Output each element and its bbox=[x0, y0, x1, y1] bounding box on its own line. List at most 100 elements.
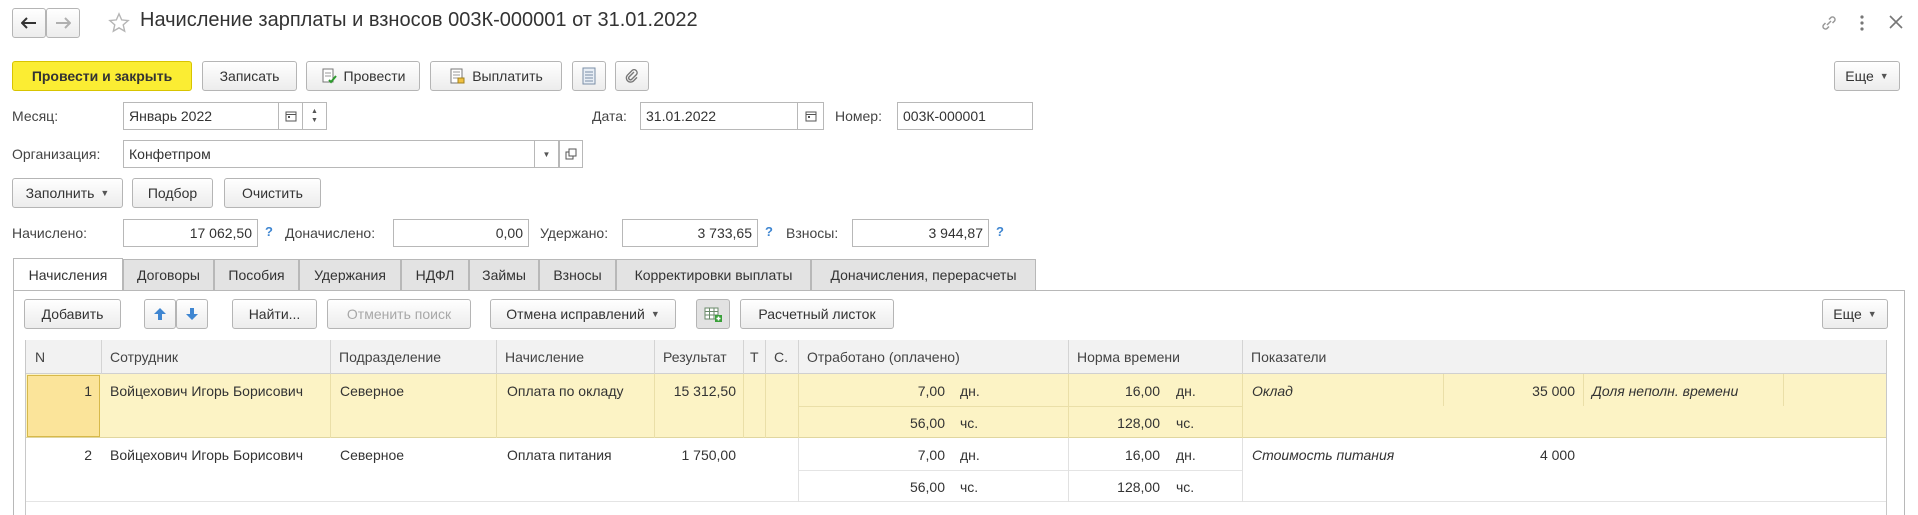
close-icon[interactable] bbox=[1888, 14, 1904, 30]
grid-more-button-label: Еще bbox=[1833, 306, 1862, 322]
select-button[interactable]: Подбор bbox=[132, 178, 213, 208]
post-button[interactable]: Провести bbox=[306, 61, 420, 91]
row-divider bbox=[1583, 374, 1584, 406]
column-header-employee[interactable]: Сотрудник bbox=[101, 340, 330, 374]
column-divider bbox=[654, 340, 655, 374]
stepper-down-icon: ▼ bbox=[311, 117, 318, 124]
contributions-help-icon[interactable]: ? bbox=[996, 224, 1004, 239]
arrow-right-icon bbox=[56, 17, 71, 29]
month-calendar-button[interactable] bbox=[279, 102, 303, 130]
row-norm-days-unit: дн. bbox=[1176, 383, 1196, 399]
find-button[interactable]: Найти... bbox=[232, 299, 317, 329]
row-divider bbox=[1242, 374, 1243, 438]
cancel-fix-button[interactable]: Отмена исправлений ▼ bbox=[490, 299, 676, 329]
pay-button[interactable]: Выплатить bbox=[430, 61, 562, 91]
row-divider bbox=[798, 374, 799, 438]
extra-accrued-field[interactable]: 0,00 bbox=[393, 219, 529, 247]
fill-button[interactable]: Заполнить ▼ bbox=[12, 178, 123, 208]
tab-payment-adjustments[interactable]: Корректировки выплаты bbox=[616, 259, 811, 290]
accrued-label: Начислено: bbox=[12, 225, 88, 241]
row-worked-hours: 56,00 bbox=[909, 415, 945, 431]
month-label: Месяц: bbox=[12, 108, 59, 124]
page-title: Начисление зарплаты и взносов 003К-00000… bbox=[140, 9, 698, 31]
table-add-icon bbox=[704, 307, 722, 322]
withheld-field[interactable]: 3 733,65 bbox=[622, 219, 758, 247]
row-worked-days: 7,00 bbox=[917, 383, 945, 399]
move-down-button[interactable] bbox=[176, 299, 208, 329]
clear-button[interactable]: Очистить bbox=[224, 178, 321, 208]
date-label: Дата: bbox=[592, 108, 627, 124]
column-header-t[interactable]: Т bbox=[743, 340, 765, 374]
attachments-button[interactable] bbox=[615, 61, 649, 91]
column-divider bbox=[101, 340, 102, 374]
row-worked-hours-unit: чс. bbox=[960, 415, 979, 431]
row-divider bbox=[1068, 374, 1069, 438]
tab-accruals[interactable]: Начисления bbox=[13, 258, 123, 291]
row-result: 15 312,50 bbox=[673, 383, 736, 399]
contributions-field[interactable]: 3 944,87 bbox=[852, 219, 989, 247]
row-employee: Войцехович Игорь Борисович bbox=[110, 383, 304, 399]
row-divider bbox=[330, 374, 331, 438]
save-button[interactable]: Записать bbox=[202, 61, 297, 91]
tab-contracts[interactable]: Договоры bbox=[123, 259, 214, 290]
tab-loans[interactable]: Займы bbox=[469, 259, 539, 290]
move-up-button[interactable] bbox=[144, 299, 176, 329]
forward-button[interactable] bbox=[46, 8, 80, 38]
row-department: Северное bbox=[340, 447, 405, 463]
payslip-button[interactable]: Расчетный листок bbox=[740, 299, 894, 329]
payment-document-icon bbox=[449, 68, 465, 84]
withheld-help-icon[interactable]: ? bbox=[765, 224, 773, 239]
tab-contributions[interactable]: Взносы bbox=[539, 259, 616, 290]
more-button-label: Еще bbox=[1845, 68, 1874, 84]
grid-more-button[interactable]: Еще ▼ bbox=[1822, 299, 1888, 329]
column-divider bbox=[765, 340, 766, 374]
back-button[interactable] bbox=[12, 8, 46, 38]
row-norm-hours: 128,00 bbox=[1117, 415, 1160, 431]
contributions-label: Взносы: bbox=[786, 225, 839, 241]
number-field[interactable]: 003К-000001 bbox=[897, 102, 1033, 130]
more-button[interactable]: Еще ▼ bbox=[1834, 61, 1900, 91]
date-field[interactable]: 31.01.2022 bbox=[640, 102, 798, 130]
column-header-norm[interactable]: Норма времени bbox=[1068, 340, 1242, 374]
column-header-n[interactable]: N bbox=[26, 340, 101, 374]
column-divider bbox=[496, 340, 497, 374]
post-and-close-button[interactable]: Провести и закрыть bbox=[12, 61, 192, 91]
tab-ndfl[interactable]: НДФЛ bbox=[401, 259, 469, 290]
column-header-s[interactable]: С. bbox=[765, 340, 798, 374]
cancel-search-button[interactable]: Отменить поиск bbox=[327, 299, 471, 329]
row-divider bbox=[496, 374, 497, 438]
row-divider bbox=[1783, 374, 1784, 406]
chevron-down-icon: ▼ bbox=[650, 309, 660, 319]
column-header-worked[interactable]: Отработано (оплачено) bbox=[798, 340, 1068, 374]
row-divider bbox=[765, 374, 766, 438]
tab-deductions[interactable]: Удержания bbox=[299, 259, 401, 290]
organization-open-button[interactable] bbox=[559, 140, 583, 168]
tab-benefits[interactable]: Пособия bbox=[214, 259, 299, 290]
column-header-indicators[interactable]: Показатели bbox=[1242, 340, 1886, 374]
report-button[interactable] bbox=[572, 61, 606, 91]
tab-recalculations[interactable]: Доначисления, перерасчеты bbox=[811, 259, 1036, 290]
date-calendar-button[interactable] bbox=[798, 102, 824, 130]
favorite-star-icon[interactable] bbox=[108, 12, 130, 34]
accrued-help-icon[interactable]: ? bbox=[265, 224, 273, 239]
link-icon[interactable] bbox=[1820, 14, 1838, 32]
row-norm-hours-unit: чс. bbox=[1176, 415, 1195, 431]
more-vertical-icon[interactable] bbox=[1858, 14, 1866, 32]
paperclip-icon bbox=[625, 69, 638, 83]
column-header-department[interactable]: Подразделение bbox=[330, 340, 496, 374]
add-table-button[interactable] bbox=[696, 299, 730, 329]
accrued-field[interactable]: 17 062,50 bbox=[123, 219, 258, 247]
organization-dropdown-button[interactable]: ▼ bbox=[535, 140, 559, 168]
row-indicator-name-2: Доля неполн. времени bbox=[1592, 383, 1739, 399]
month-field[interactable]: Январь 2022 bbox=[123, 102, 279, 130]
add-row-button[interactable]: Добавить bbox=[24, 299, 121, 329]
stepper-up-icon: ▲ bbox=[311, 108, 318, 115]
organization-field[interactable]: Конфетпром bbox=[123, 140, 535, 168]
row-norm-days: 16,00 bbox=[1124, 447, 1160, 463]
column-header-accrual[interactable]: Начисление bbox=[496, 340, 654, 374]
row-divider bbox=[743, 374, 744, 438]
arrow-up-icon bbox=[154, 308, 166, 320]
month-stepper[interactable]: ▲ ▼ bbox=[303, 102, 327, 130]
column-header-result[interactable]: Результат bbox=[654, 340, 743, 374]
extra-accrued-label: Доначислено: bbox=[285, 225, 376, 241]
